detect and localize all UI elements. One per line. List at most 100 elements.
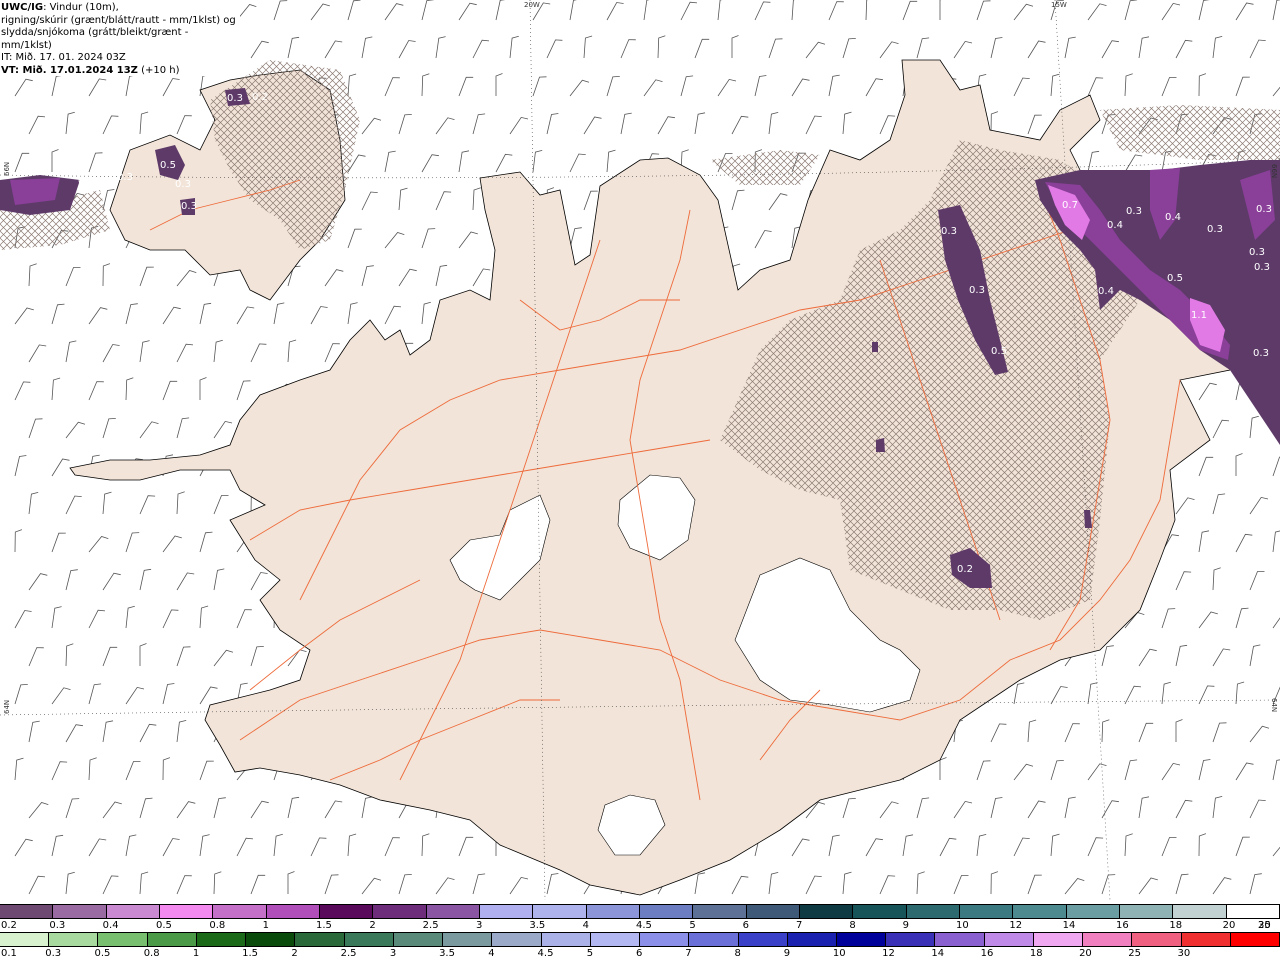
wind-barb [1087,150,1100,173]
wind-barb [88,78,107,97]
legend-swatch [853,905,907,918]
legend-swatch [426,905,480,918]
wind-barb [1249,799,1266,819]
wind-barb [139,568,152,591]
wind-barb [472,187,481,211]
legend-label: 4.5 [537,948,554,959]
legend-swatch [373,905,427,918]
wind-barb [65,643,74,667]
wind-barb [754,1,771,21]
wind-barb [731,189,745,211]
wind-barb [384,305,402,325]
lat-label-66n-left: 66N [3,161,11,176]
legend-swatch [1230,933,1280,946]
wind-barb [879,41,899,59]
forecast-offset: (+10 h) [137,64,180,76]
wind-barb [199,686,218,705]
wind-barb [1050,686,1068,705]
wind-barb [250,343,267,363]
forecast-map[interactable]: 0.3 0.30.50.30.30.3 0.20.30.30.50.70.30.40… [0,0,1280,900]
wind-barb [657,35,666,59]
wind-barb [421,154,439,173]
legend-label: 1.5 [316,920,332,931]
wind-barb [1175,497,1195,515]
wind-barb [583,190,598,211]
wind-barb [51,377,61,401]
wind-barb [435,117,455,135]
wind-barb [14,78,33,97]
legend-swatch [213,905,267,918]
wind-barb [88,381,104,401]
wind-barb [28,492,39,515]
title-line1: : Vindur (10m), [43,2,119,13]
wind-barb [65,569,78,591]
precip-value-label: 0.3 [227,93,243,104]
wind-barb [102,875,119,895]
legend-swatch [53,905,107,918]
wind-barb [398,40,416,59]
wind-barb [1101,40,1119,59]
hatch-sea-north [710,150,820,185]
wind-barb [51,458,70,477]
wind-barb [51,761,68,781]
wind-barb [88,307,108,325]
legend-label: 3 [476,920,483,931]
wind-barb [102,344,120,363]
wind-barb [51,834,64,857]
wind-barb [606,76,620,97]
wind-barb [606,2,624,21]
wind-barb [347,302,358,325]
wind-barb [1249,873,1262,895]
wind-barb [250,800,269,819]
wind-barb [347,228,362,249]
wind-barb [199,834,210,857]
legend-swatch [1033,933,1084,946]
legend-label: 3.5 [529,920,546,931]
wind-barb [569,227,582,249]
wind-barb [1138,796,1150,819]
legend-label: 0.4 [102,920,119,931]
wind-barb [1235,836,1250,857]
precip-value-label: 0.4 [1098,286,1114,297]
wind-barb [879,801,899,819]
wind-barb [606,149,616,173]
wind-barb [250,646,264,667]
wind-barb [1272,0,1280,21]
wind-barb [162,838,180,857]
wind-barb [125,834,137,857]
wind-barb [176,572,195,591]
wind-barb [88,838,107,857]
wind-barb [532,150,543,173]
wind-barb [1087,682,1098,705]
wind-barb [939,0,942,20]
wind-barb [1124,0,1138,21]
legend-label: 9 [783,948,791,959]
wind-barb [1175,873,1189,895]
wind-barb [384,232,405,249]
wind-barb [287,796,300,819]
wind-barb [569,0,577,21]
wind-barb [583,116,602,135]
wind-barb [125,377,134,401]
wind-barb [1198,0,1210,21]
precip-value-label: 0.3 [1254,262,1270,273]
wind-barb [1235,76,1250,97]
wind-barb [1027,114,1042,135]
wind-barb [990,723,1007,743]
legend-swatch [738,933,788,946]
wind-barb [287,871,295,894]
legend-swatch [98,933,148,946]
legend-label: 16 [980,948,994,959]
wind-barb [65,724,83,743]
wind-barb [1212,722,1227,743]
precip-value-label: 0.5 [160,160,176,171]
wind-barb [842,38,856,59]
wind-barb [990,37,1003,59]
legend-swatch [746,905,800,918]
wind-barb [532,76,547,97]
wind-barb [287,339,297,363]
wind-barb [199,302,212,325]
legend-swatch [246,933,296,946]
wind-barb [324,800,343,819]
valid-time: VT: Mið. 17.01.2024 13Z [1,64,138,76]
